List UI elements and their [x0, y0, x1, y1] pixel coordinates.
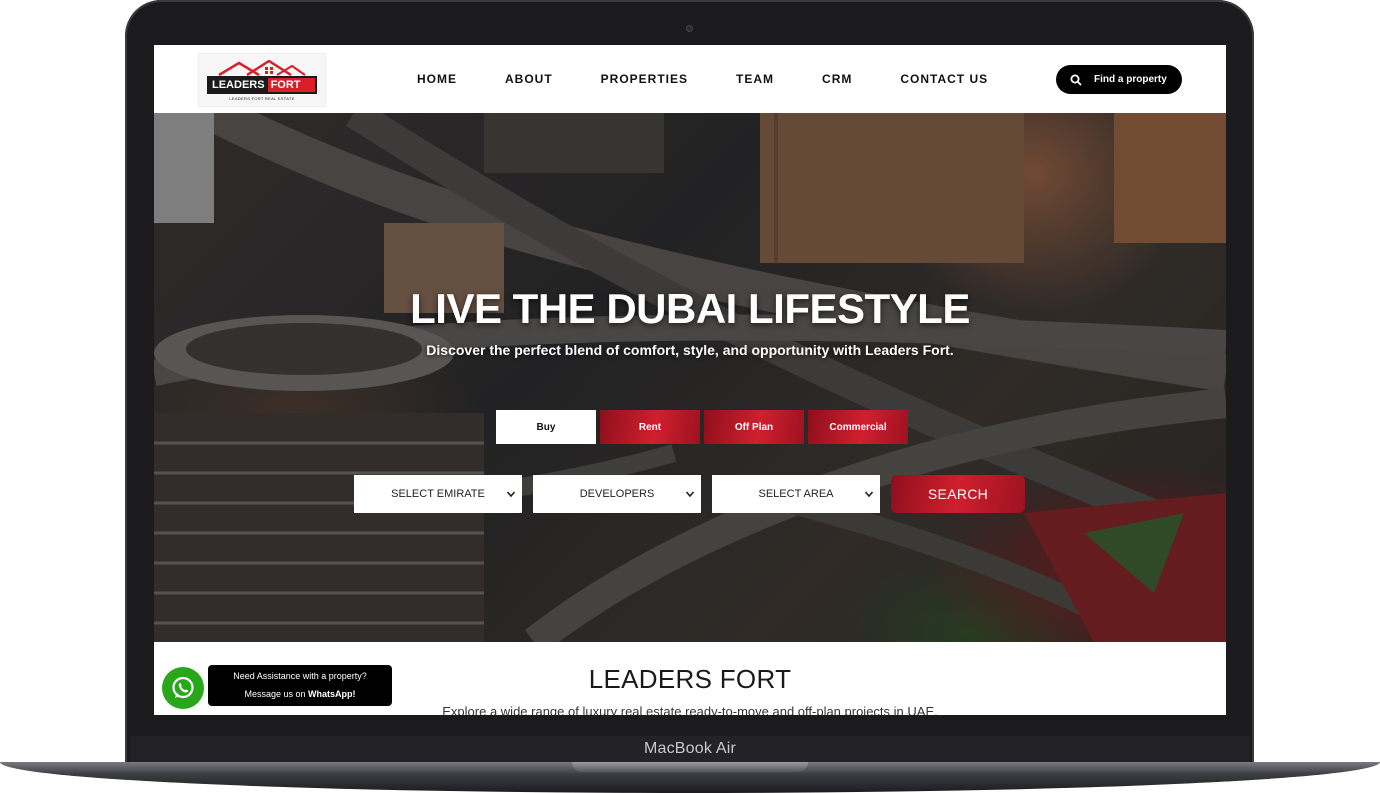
site-header: LEADERS FORT LEADERS FORT REAL ESTATE HO…	[154, 45, 1226, 113]
tab-rent[interactable]: Rent	[600, 410, 700, 444]
whatsapp-button[interactable]	[162, 667, 204, 709]
find-property-label: Find a property	[1094, 74, 1167, 85]
chevron-down-icon	[506, 491, 516, 498]
area-select-value: SELECT AREA	[758, 488, 834, 500]
emirate-select[interactable]: SELECT EMIRATE	[354, 475, 522, 513]
nav-contact-us[interactable]: CONTACT US	[900, 72, 988, 86]
whatsapp-help-line1: Need Assistance with a property?	[233, 671, 367, 681]
laptop-notch	[572, 762, 808, 772]
tab-commercial[interactable]: Commercial	[808, 410, 908, 444]
device-label: MacBook Air	[643, 740, 736, 757]
area-select[interactable]: SELECT AREA	[712, 475, 880, 513]
find-property-button[interactable]: Find a property	[1056, 65, 1182, 94]
logo-word-1: LEADERS	[209, 78, 268, 92]
logo-tagline: LEADERS FORT REAL ESTATE	[229, 96, 295, 101]
search-filters: SELECT EMIRATE DEVELOPERS SELECT AREA SE…	[354, 475, 1025, 513]
nav-properties[interactable]: PROPERTIES	[601, 72, 688, 86]
whatsapp-help-prefix: Message us on	[244, 689, 309, 699]
logo-word-2: FORT	[267, 78, 315, 92]
tab-off-plan[interactable]: Off Plan	[704, 410, 804, 444]
nav-crm[interactable]: CRM	[822, 72, 852, 86]
hero-banner: LIVE THE DUBAI LIFESTYLE Discover the pe…	[154, 113, 1226, 642]
main-nav: HOME ABOUT PROPERTIES TEAM CRM CONTACT U…	[417, 72, 1036, 86]
whatsapp-help-box[interactable]: Need Assistance with a property? Message…	[208, 665, 392, 706]
developers-select-value: DEVELOPERS	[579, 488, 655, 500]
listing-type-tabs: Buy Rent Off Plan Commercial	[496, 410, 908, 444]
hero-subtitle: Discover the perfect blend of comfort, s…	[426, 342, 954, 358]
camera	[686, 25, 693, 32]
logo-wordmark: LEADERS FORT	[207, 76, 317, 94]
whatsapp-help-line2: Message us on WhatsApp!	[208, 685, 392, 703]
chevron-down-icon	[685, 491, 695, 498]
search-button[interactable]: SEARCH	[891, 475, 1025, 513]
roof-icon	[218, 60, 306, 76]
chevron-down-icon	[864, 491, 874, 498]
whatsapp-help-bold: WhatsApp!	[308, 689, 356, 699]
whatsapp-icon	[172, 676, 194, 699]
laptop-screen: LEADERS FORT LEADERS FORT REAL ESTATE HO…	[154, 45, 1226, 715]
emirate-select-value: SELECT EMIRATE	[391, 488, 485, 500]
nav-about[interactable]: ABOUT	[505, 72, 553, 86]
hero-title: LIVE THE DUBAI LIFESTYLE	[410, 285, 970, 332]
site-logo[interactable]: LEADERS FORT LEADERS FORT REAL ESTATE	[198, 53, 326, 107]
tab-buy[interactable]: Buy	[496, 410, 596, 444]
nav-team[interactable]: TEAM	[736, 72, 774, 86]
nav-home[interactable]: HOME	[417, 72, 457, 86]
hero-overlay	[154, 113, 1226, 642]
search-icon	[1070, 74, 1082, 86]
developers-select[interactable]: DEVELOPERS	[533, 475, 701, 513]
